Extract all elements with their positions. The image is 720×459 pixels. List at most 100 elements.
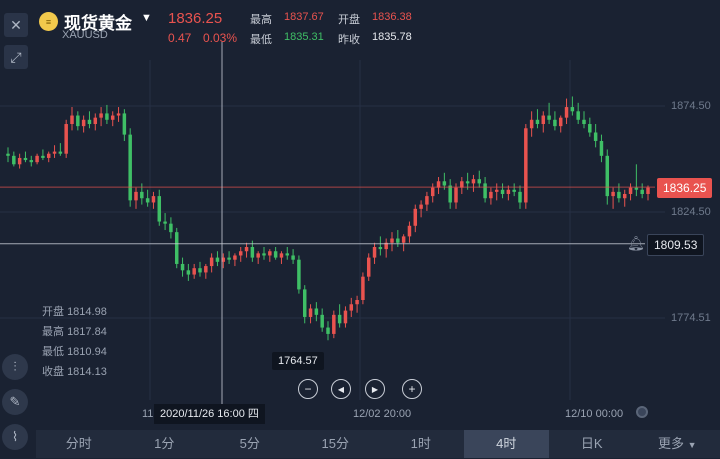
candle-body	[117, 113, 120, 115]
candle-body	[553, 120, 556, 126]
candle-body	[495, 190, 498, 192]
candle-body	[286, 253, 289, 255]
candle-body	[454, 188, 457, 203]
high-value: 1837.67	[284, 11, 324, 23]
tab-15min[interactable]: 15分	[293, 430, 379, 458]
candle-body	[414, 209, 417, 226]
candle-body	[501, 190, 504, 194]
low-label: 最低	[250, 31, 272, 47]
candlestick-chart[interactable]	[0, 0, 720, 458]
candle-body	[373, 247, 376, 258]
x-tick: 12/10 00:00	[565, 408, 623, 420]
candle-body	[600, 141, 603, 156]
candle-body	[297, 260, 300, 290]
price-change: 0.47	[168, 31, 191, 45]
candle-body	[361, 277, 364, 300]
candle-body	[547, 116, 550, 120]
candle-body	[210, 258, 213, 266]
tab-5min[interactable]: 5分	[207, 430, 293, 458]
tab-timeshare[interactable]: 分时	[36, 430, 122, 458]
candle-body	[24, 158, 27, 160]
chevron-down-icon[interactable]: ▼	[141, 12, 152, 24]
candle-body	[507, 190, 510, 194]
candle-body	[402, 236, 405, 242]
candle-body	[338, 315, 341, 323]
bell-icon[interactable]: 🔔︎	[627, 235, 645, 252]
candle-body	[303, 289, 306, 317]
expand-button[interactable]: ⤢	[4, 45, 28, 69]
tab-1min[interactable]: 1分	[122, 430, 208, 458]
low-point-tag: 1764.57	[272, 352, 324, 370]
low-value: 1835.31	[284, 31, 324, 43]
candle-body	[204, 266, 207, 272]
candle-body	[419, 205, 422, 209]
scroll-handle[interactable]	[636, 406, 648, 418]
tab-more[interactable]: 更多 ▼	[635, 430, 720, 458]
candle-body	[536, 120, 539, 124]
candle-body	[315, 308, 318, 314]
gold-icon: ≡	[39, 12, 58, 31]
candle-body	[332, 315, 335, 334]
candle-body	[163, 222, 166, 224]
candle-body	[274, 251, 277, 257]
y-tick: 1774.51	[671, 312, 711, 324]
candle-body	[291, 255, 294, 259]
candle-body	[105, 113, 108, 119]
candle-body	[576, 111, 579, 119]
tab-4hour[interactable]: 4时	[464, 430, 550, 458]
prev-close-label: 昨收	[338, 31, 360, 47]
pencil-icon: ✎	[10, 394, 21, 410]
candle-body	[187, 270, 190, 274]
candle-body	[483, 183, 486, 198]
candle-body	[262, 253, 265, 255]
candle-body	[175, 232, 178, 264]
tab-daily[interactable]: 日K	[549, 430, 635, 458]
candle-body	[379, 247, 382, 249]
ohlc-low: 最低 1810.94	[42, 343, 107, 359]
price-change-pct: 0.03%	[203, 31, 237, 45]
candle-body	[99, 113, 102, 117]
candle-body	[623, 194, 626, 198]
instrument-symbol: XAUUSD	[62, 29, 108, 41]
y-tick: 1874.50	[671, 100, 711, 112]
candle-body	[198, 268, 201, 272]
candle-body	[18, 158, 21, 164]
candle-body	[606, 156, 609, 196]
candle-body	[35, 156, 38, 162]
next-button[interactable]: ▶	[365, 379, 385, 399]
candlestick-tool-button[interactable]: ⫶	[2, 354, 28, 380]
candle-body	[169, 224, 172, 232]
zoom-in-button[interactable]: +	[402, 379, 422, 399]
current-price: 1836.25	[168, 10, 222, 27]
high-label: 最高	[250, 11, 272, 27]
indicator-tool-button[interactable]: ⌇	[2, 424, 28, 450]
candle-body	[152, 196, 155, 202]
crosshair-ohlc: 开盘 1814.98 最高 1817.84 最低 1810.94 收盘 1814…	[42, 303, 107, 379]
candle-body	[635, 188, 638, 190]
prev-button[interactable]: ◀	[331, 379, 351, 399]
candle-body	[640, 190, 643, 194]
candle-body	[41, 156, 44, 158]
close-button[interactable]: ✕	[4, 13, 28, 37]
candle-body	[59, 152, 62, 154]
candle-body	[123, 113, 126, 134]
candle-body	[466, 181, 469, 183]
candle-body	[518, 192, 521, 203]
candle-body	[146, 198, 149, 202]
zoom-out-button[interactable]: −	[298, 379, 318, 399]
candle-body	[425, 196, 428, 204]
tab-1hour[interactable]: 1时	[378, 430, 464, 458]
crosshair-price-tag: 1809.53	[647, 234, 704, 256]
candle-body	[140, 192, 143, 198]
candle-body	[192, 268, 195, 274]
candle-body	[408, 226, 411, 237]
candle-body	[530, 120, 533, 128]
y-tick: 1824.50	[671, 206, 711, 218]
candle-body	[582, 120, 585, 124]
candle-body	[216, 258, 219, 262]
prev-close-value: 1835.78	[372, 31, 412, 43]
candle-body	[6, 154, 9, 156]
draw-tool-button[interactable]: ✎	[2, 389, 28, 415]
candle-body	[280, 253, 283, 257]
candle-body	[320, 315, 323, 328]
